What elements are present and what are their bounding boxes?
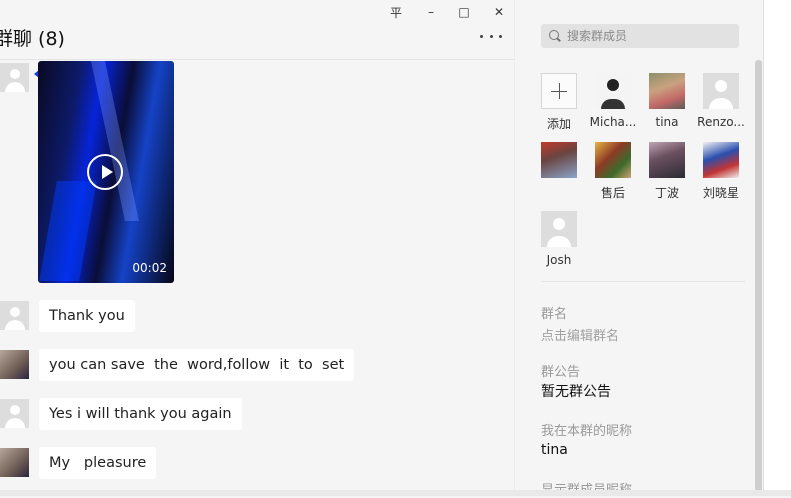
- member-name: Josh: [546, 253, 572, 267]
- nickname-label: 我在本群的昵称: [541, 424, 633, 439]
- group-name-label: 群名: [541, 307, 568, 322]
- video-duration: 00:02: [132, 261, 167, 275]
- member-avatar: [703, 142, 739, 178]
- member-avatar: [703, 73, 739, 109]
- member-item[interactable]: 刘晓星: [691, 142, 751, 201]
- member-item[interactable]: 丁波: [637, 142, 697, 201]
- avatar[interactable]: [0, 350, 29, 379]
- member-avatar: [541, 211, 577, 247]
- announcement-value[interactable]: 暂无群公告: [541, 381, 611, 401]
- member-name: 丁波: [654, 186, 679, 200]
- add-icon: [541, 73, 577, 109]
- member-item[interactable]: Micha...: [583, 73, 643, 129]
- member-item[interactable]: Renzo...: [691, 73, 751, 129]
- pin-icon[interactable]: 平: [387, 4, 405, 20]
- member-name: 刘晓星: [702, 186, 739, 200]
- group-name-field[interactable]: 点击编辑群名: [541, 325, 619, 344]
- member-name: 售后: [600, 186, 625, 200]
- group-info-panel: 添加 Micha... tina Renzo... 售后 丁波 刘晓星 Josh…: [514, 0, 763, 498]
- member-avatar: [541, 142, 577, 178]
- announcement-label: 群公告: [541, 365, 581, 380]
- message-bubble[interactable]: My pleasure: [39, 447, 157, 479]
- member-name: tina: [655, 115, 679, 129]
- avatar[interactable]: [0, 448, 29, 477]
- avatar[interactable]: [0, 301, 29, 330]
- more-options-button[interactable]: [480, 28, 502, 44]
- window-edge: [763, 0, 791, 496]
- member-avatar: [649, 142, 685, 178]
- nickname-value[interactable]: tina: [541, 442, 568, 458]
- message-bubble[interactable]: Thank you: [39, 300, 135, 332]
- member-name: 添加: [546, 117, 571, 131]
- member-avatar: [595, 73, 631, 109]
- member-search-input[interactable]: [565, 24, 737, 48]
- scrollbar-thumb[interactable]: [755, 60, 762, 496]
- close-button[interactable]: ✕: [490, 4, 508, 20]
- play-icon[interactable]: [87, 154, 123, 190]
- add-member-button[interactable]: 添加: [529, 73, 589, 132]
- video-message[interactable]: 00:02: [38, 61, 174, 283]
- search-icon: [549, 30, 559, 40]
- message-bubble[interactable]: Yes i will thank you again: [39, 398, 242, 430]
- window-bottom-edge: [0, 490, 791, 496]
- minimize-button[interactable]: –: [422, 4, 440, 20]
- member-item[interactable]: Josh: [529, 211, 589, 267]
- member-name: Micha...: [589, 115, 637, 129]
- message-bubble[interactable]: you can save the word,follow it to set: [39, 349, 355, 381]
- avatar[interactable]: [0, 63, 29, 92]
- divider: [541, 281, 745, 282]
- member-item[interactable]: tina: [637, 73, 697, 129]
- avatar[interactable]: [0, 399, 29, 428]
- member-item[interactable]: [529, 142, 589, 184]
- chat-title: 群聊 (8): [0, 28, 65, 50]
- chat-pane: 群聊 (8) 00:02 Thank you you can save the …: [0, 0, 514, 496]
- member-item[interactable]: 售后: [583, 142, 643, 201]
- member-avatar: [595, 142, 631, 178]
- member-search[interactable]: [541, 24, 739, 48]
- maximize-button[interactable]: □: [455, 4, 473, 20]
- member-name: Renzo...: [697, 115, 745, 129]
- member-avatar: [649, 73, 685, 109]
